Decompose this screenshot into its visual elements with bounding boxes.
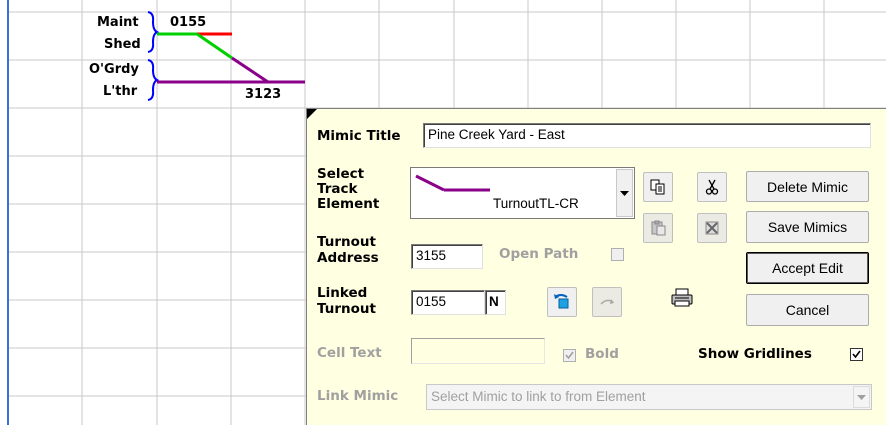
show-gridlines-checkbox[interactable] [850, 348, 863, 361]
print-button[interactable] [667, 283, 697, 313]
dropdown-arrow-icon [620, 190, 629, 196]
checkmark-icon [565, 351, 574, 360]
cell-text-input[interactable] [411, 338, 545, 364]
copy-button[interactable] [643, 172, 673, 202]
paste-button[interactable] [643, 213, 673, 243]
turnout-number-bottom: 3123 [245, 87, 282, 102]
cell-label-ogrdy: O'Grdy [89, 62, 139, 77]
turnout-number-top: 0155 [170, 15, 207, 30]
turnout-address-label-line2: Address [317, 250, 379, 266]
select-element-label-line2: Track [317, 181, 358, 197]
save-mimics-button[interactable]: Save Mimics [746, 211, 869, 243]
turnout-address-input[interactable]: 3155 [411, 244, 483, 269]
turnout-element-preview-icon [415, 174, 490, 192]
panel-corner-marker [307, 109, 317, 119]
cancel-button[interactable]: Cancel [746, 294, 869, 326]
track-green-diverge [196, 32, 233, 60]
track-element-dropdown[interactable]: TurnoutTL-CR [410, 167, 635, 219]
mimic-title-input[interactable]: Pine Creek Yard - East [423, 123, 871, 148]
track-element-dropdown-value: TurnoutTL-CR [493, 196, 579, 211]
mimic-title-label: Mimic Title [317, 128, 401, 144]
bold-checkbox[interactable] [563, 349, 576, 362]
linked-turnout-label-line1: Linked [317, 285, 368, 301]
linked-turnout-input[interactable]: 0155 [411, 290, 485, 315]
accept-edit-button[interactable]: Accept Edit [746, 252, 869, 284]
linked-turnout-label-line2: Turnout [317, 301, 376, 317]
bracket-ogrdy-lthr [147, 59, 160, 101]
bracket-maint-shed [147, 11, 160, 53]
track-element-dropdown-arrow[interactable] [616, 169, 633, 217]
link-mimic-dropdown-placeholder: Select Mimic to link to from Element [431, 389, 646, 404]
cut-button[interactable] [697, 172, 727, 202]
select-element-label-line1: Select [317, 166, 365, 182]
paste-icon [651, 220, 666, 236]
delete-cells-icon [705, 221, 719, 235]
link-mimic-dropdown[interactable]: Select Mimic to link to from Element [426, 384, 872, 410]
mimic-edit-panel: Mimic Title Pine Creek Yard - East Selec… [306, 108, 886, 425]
redo-icon [600, 299, 614, 305]
cell-text-label: Cell Text [317, 345, 382, 361]
cell-label-lthr: L'thr [103, 84, 138, 99]
bold-label: Bold [585, 346, 619, 362]
printer-icon [671, 288, 693, 307]
dropdown-arrow-icon [857, 394, 866, 400]
link-mimic-label: Link Mimic [317, 388, 399, 404]
cut-icon [705, 179, 719, 195]
open-path-label: Open Path [499, 246, 579, 262]
open-path-checkbox[interactable] [611, 248, 624, 261]
select-element-label-line3: Element [317, 196, 380, 212]
delete-cells-button[interactable] [697, 213, 727, 243]
link-mimic-dropdown-arrow[interactable] [853, 386, 870, 408]
turnout-address-label-line1: Turnout [317, 234, 376, 250]
undo-icon [554, 294, 569, 309]
checkmark-icon [852, 350, 861, 359]
linked-turnout-state-field[interactable]: N [485, 290, 506, 315]
delete-mimic-button[interactable]: Delete Mimic [746, 171, 869, 202]
copy-icon [650, 179, 665, 195]
redo-button[interactable] [592, 287, 622, 317]
track-purple-diagonal [231, 56, 269, 84]
show-gridlines-label: Show Gridlines [698, 346, 812, 362]
cell-label-maint: Maint [97, 15, 139, 30]
cell-label-shed: Shed [104, 37, 141, 52]
undo-button[interactable] [547, 287, 577, 317]
